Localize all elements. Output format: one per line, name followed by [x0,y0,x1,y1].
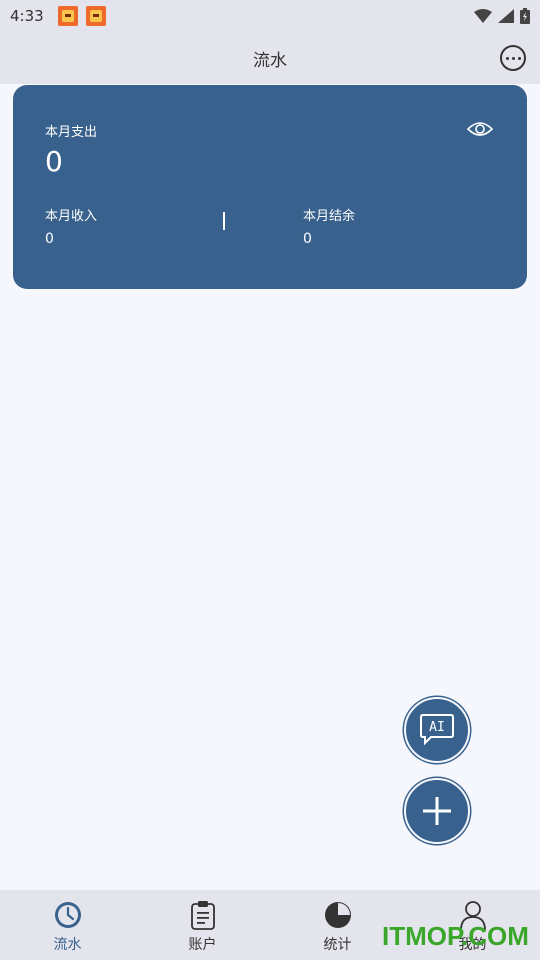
app-notification-icon [85,6,106,26]
nav-label: 流水 [53,937,82,953]
nav-label: 统计 [323,937,352,953]
clock-icon [54,902,81,928]
clipboard-icon [190,901,215,930]
monthly-balance-value: 0 [303,231,312,247]
monthly-income-label: 本月收入 [45,209,98,224]
app-screen: 4:33 流水 本月支出 0 本月收入 0 本月结余 0 AI 流水 账户 统计… [0,0,540,960]
app-header: 流水 [0,32,540,84]
pie-chart-icon [324,902,351,928]
monthly-summary-card: 本月支出 0 本月收入 0 本月结余 0 [13,85,527,289]
nav-item-accounts[interactable]: 账户 [135,890,270,960]
ai-chat-icon: AI [420,714,454,746]
wifi-icon [474,9,492,23]
monthly-expense-label: 本月支出 [45,125,98,140]
monthly-expense-value: 0 [45,145,63,178]
signal-icon [498,9,514,23]
status-time: 4:33 [10,7,44,25]
ai-label: AI [429,720,445,735]
add-record-button[interactable] [404,778,470,844]
status-indicators [474,8,530,24]
nav-label: 账户 [188,937,217,953]
monthly-balance-label: 本月结余 [303,209,356,224]
monthly-income-value: 0 [45,231,54,247]
app-notification-icon [57,6,78,26]
watermark: ITMOP.COM [382,921,529,951]
battery-icon [520,8,530,24]
page-title: 流水 [253,50,287,71]
more-icon [505,56,509,60]
more-button[interactable] [500,45,526,71]
plus-icon [423,797,451,825]
ai-assistant-button[interactable]: AI [404,697,470,763]
eye-icon[interactable] [467,119,493,139]
summary-divider [223,212,225,230]
nav-item-transactions[interactable]: 流水 [0,890,135,960]
status-bar: 4:33 [0,0,540,32]
